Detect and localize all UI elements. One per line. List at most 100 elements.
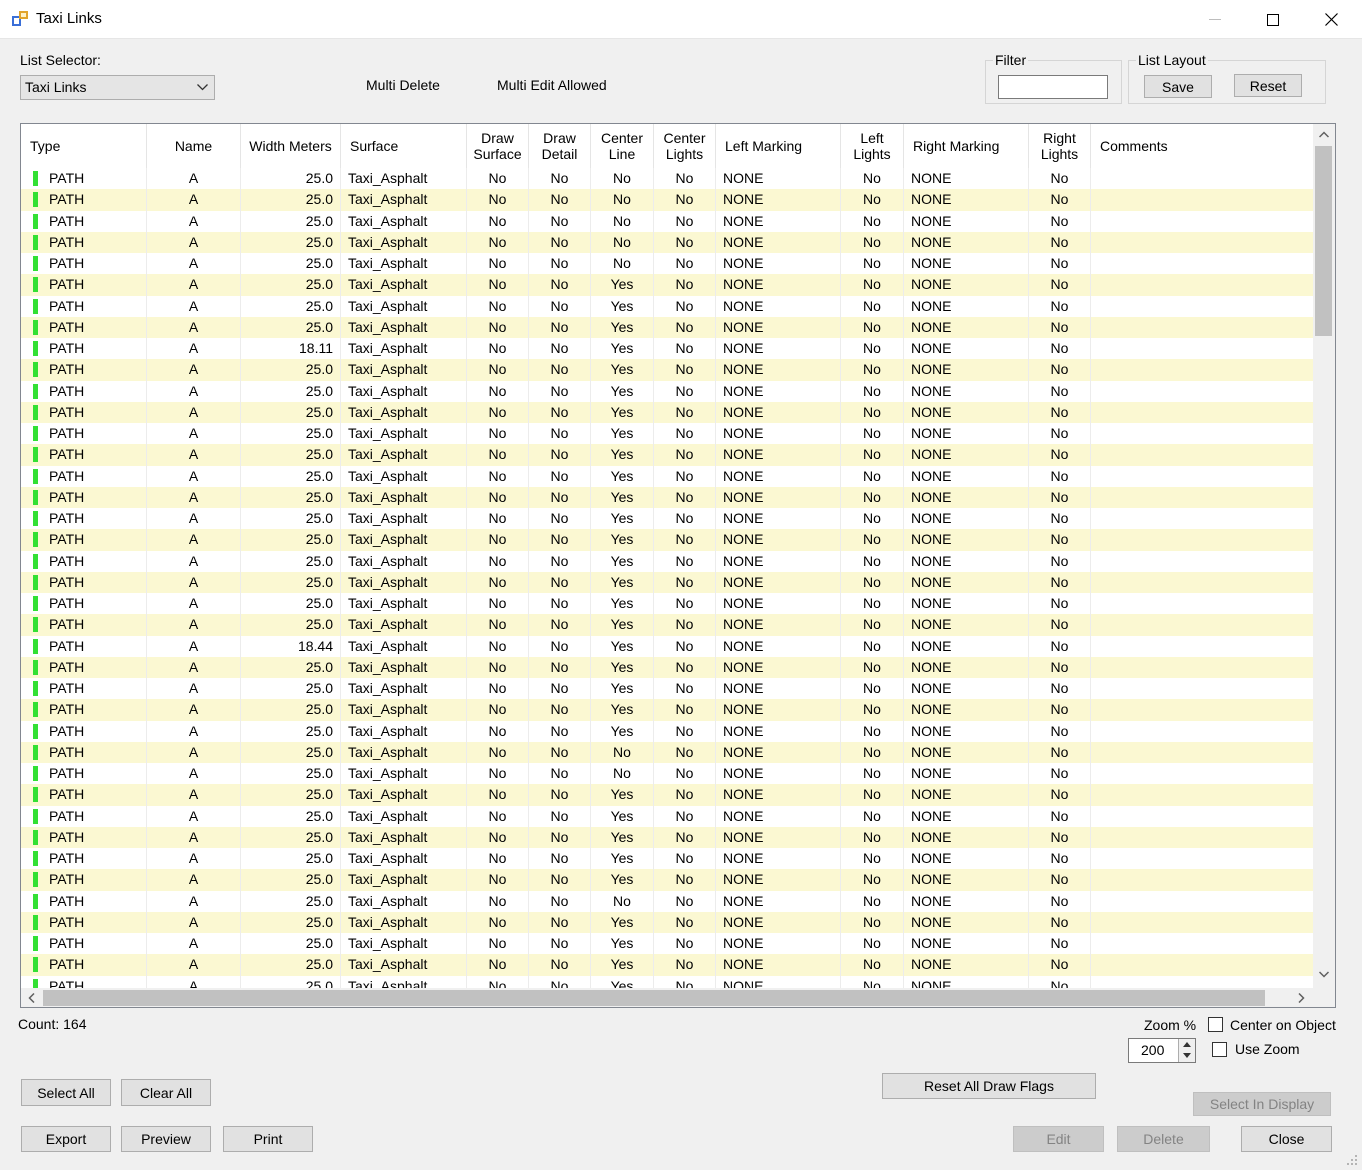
table-row[interactable]: PATH A 25.0 Taxi_Asphalt No No Yes No NONE No NONE… bbox=[21, 614, 1313, 636]
cell-width-meters[interactable]: 25.0 bbox=[241, 550, 341, 572]
cell-left-marking[interactable]: NONE bbox=[716, 274, 841, 296]
save-layout-button[interactable]: Save bbox=[1144, 75, 1212, 98]
cell-draw-surface[interactable]: No bbox=[467, 444, 529, 466]
cell-name[interactable]: A bbox=[147, 423, 241, 445]
cell-center-lights[interactable]: No bbox=[654, 401, 716, 423]
cell-width-meters[interactable]: 25.0 bbox=[241, 359, 341, 381]
cell-comments[interactable] bbox=[1091, 763, 1313, 784]
cell-draw-surface[interactable]: No bbox=[467, 848, 529, 870]
cell-width-meters[interactable]: 25.0 bbox=[241, 911, 341, 933]
cell-right-marking[interactable]: NONE bbox=[904, 444, 1029, 466]
cell-center-lights[interactable]: No bbox=[654, 571, 716, 593]
cell-right-marking[interactable]: NONE bbox=[904, 210, 1029, 232]
cell-left-lights[interactable]: No bbox=[841, 763, 904, 785]
cell-surface[interactable]: Taxi_Asphalt bbox=[341, 784, 467, 806]
cell-right-lights[interactable]: No bbox=[1029, 848, 1091, 870]
cell-draw-detail[interactable]: No bbox=[529, 508, 591, 530]
cell-left-marking[interactable]: NONE bbox=[716, 550, 841, 572]
cell-comments[interactable] bbox=[1091, 189, 1313, 210]
cell-left-lights[interactable]: No bbox=[841, 316, 904, 338]
cell-type[interactable]: PATH bbox=[21, 805, 147, 827]
cell-draw-detail[interactable]: No bbox=[529, 338, 591, 360]
cell-type[interactable]: PATH bbox=[21, 210, 147, 232]
cell-draw-surface[interactable]: No bbox=[467, 954, 529, 976]
cell-right-lights[interactable]: No bbox=[1029, 741, 1091, 763]
cell-left-marking[interactable]: NONE bbox=[716, 380, 841, 402]
cell-right-lights[interactable]: No bbox=[1029, 593, 1091, 615]
cell-surface[interactable]: Taxi_Asphalt bbox=[341, 571, 467, 593]
table-row[interactable]: PATH A 25.0 Taxi_Asphalt No No Yes No NONE No NONE… bbox=[21, 699, 1313, 721]
cell-draw-detail[interactable]: No bbox=[529, 720, 591, 742]
cell-draw-detail[interactable]: No bbox=[529, 763, 591, 785]
cell-comments[interactable] bbox=[1091, 317, 1313, 338]
cell-surface[interactable]: Taxi_Asphalt bbox=[341, 401, 467, 423]
cell-left-marking[interactable]: NONE bbox=[716, 975, 841, 988]
table-row[interactable]: PATH A 25.0 Taxi_Asphalt No No No No NONE No NONE N… bbox=[21, 890, 1313, 912]
cell-draw-detail[interactable]: No bbox=[529, 699, 591, 721]
cell-left-lights[interactable]: No bbox=[841, 231, 904, 253]
cell-draw-detail[interactable]: No bbox=[529, 805, 591, 827]
cell-center-line[interactable]: Yes bbox=[591, 593, 654, 615]
cell-left-lights[interactable]: No bbox=[841, 529, 904, 551]
cell-comments[interactable] bbox=[1091, 529, 1313, 550]
cell-center-line[interactable]: Yes bbox=[591, 699, 654, 721]
cell-type[interactable]: PATH bbox=[21, 720, 147, 742]
cell-width-meters[interactable]: 25.0 bbox=[241, 699, 341, 721]
cell-right-marking[interactable]: NONE bbox=[904, 316, 1029, 338]
cell-right-lights[interactable]: No bbox=[1029, 699, 1091, 721]
table-row[interactable]: PATH A 25.0 Taxi_Asphalt No No Yes No NONE No NONE… bbox=[21, 911, 1313, 933]
cell-width-meters[interactable]: 25.0 bbox=[241, 316, 341, 338]
table-row[interactable]: PATH A 25.0 Taxi_Asphalt No No Yes No NONE No NONE… bbox=[21, 486, 1313, 508]
cell-type[interactable]: PATH bbox=[21, 656, 147, 678]
cell-surface[interactable]: Taxi_Asphalt bbox=[341, 508, 467, 530]
use-zoom-checkbox[interactable] bbox=[1212, 1042, 1227, 1057]
column-header-right-lights[interactable]: Right Lights bbox=[1029, 124, 1091, 168]
cell-comments[interactable] bbox=[1091, 487, 1313, 508]
cell-surface[interactable]: Taxi_Asphalt bbox=[341, 550, 467, 572]
cell-surface[interactable]: Taxi_Asphalt bbox=[341, 253, 467, 275]
cell-draw-detail[interactable]: No bbox=[529, 210, 591, 232]
select-all-button[interactable]: Select All bbox=[21, 1079, 111, 1106]
cell-draw-surface[interactable]: No bbox=[467, 614, 529, 636]
cell-right-marking[interactable]: NONE bbox=[904, 784, 1029, 806]
cell-center-line[interactable]: No bbox=[591, 890, 654, 912]
cell-type[interactable]: PATH bbox=[21, 253, 147, 275]
spin-down-icon[interactable] bbox=[1183, 1053, 1191, 1058]
cell-comments[interactable] bbox=[1091, 444, 1313, 465]
cell-center-line[interactable]: Yes bbox=[591, 614, 654, 636]
cell-left-marking[interactable]: NONE bbox=[716, 890, 841, 912]
cell-right-lights[interactable]: No bbox=[1029, 720, 1091, 742]
cell-right-marking[interactable]: NONE bbox=[904, 338, 1029, 360]
minimize-button[interactable] bbox=[1186, 0, 1244, 39]
cell-comments[interactable] bbox=[1091, 168, 1313, 189]
cell-right-lights[interactable]: No bbox=[1029, 869, 1091, 891]
table-row[interactable]: PATH A 25.0 Taxi_Asphalt No No Yes No NONE No NONE… bbox=[21, 316, 1313, 338]
cell-width-meters[interactable]: 25.0 bbox=[241, 614, 341, 636]
cell-draw-detail[interactable]: No bbox=[529, 911, 591, 933]
cell-name[interactable]: A bbox=[147, 826, 241, 848]
cell-left-marking[interactable]: NONE bbox=[716, 401, 841, 423]
cell-comments[interactable] bbox=[1091, 954, 1313, 975]
vertical-scrollbar[interactable] bbox=[1313, 124, 1335, 988]
cell-left-marking[interactable]: NONE bbox=[716, 444, 841, 466]
cell-surface[interactable]: Taxi_Asphalt bbox=[341, 890, 467, 912]
cell-left-lights[interactable]: No bbox=[841, 423, 904, 445]
cell-left-lights[interactable]: No bbox=[841, 975, 904, 988]
cell-left-lights[interactable]: No bbox=[841, 614, 904, 636]
cell-center-lights[interactable]: No bbox=[654, 869, 716, 891]
cell-comments[interactable] bbox=[1091, 593, 1313, 614]
table-row[interactable]: PATH A 25.0 Taxi_Asphalt No No Yes No NONE No NONE… bbox=[21, 593, 1313, 615]
cell-center-line[interactable]: Yes bbox=[591, 848, 654, 870]
cell-name[interactable]: A bbox=[147, 848, 241, 870]
cell-surface[interactable]: Taxi_Asphalt bbox=[341, 210, 467, 232]
cell-right-marking[interactable]: NONE bbox=[904, 975, 1029, 988]
cell-width-meters[interactable]: 25.0 bbox=[241, 189, 341, 211]
cell-comments[interactable] bbox=[1091, 806, 1313, 827]
cell-left-marking[interactable]: NONE bbox=[716, 869, 841, 891]
cell-surface[interactable]: Taxi_Asphalt bbox=[341, 826, 467, 848]
cell-surface[interactable]: Taxi_Asphalt bbox=[341, 593, 467, 615]
cell-surface[interactable]: Taxi_Asphalt bbox=[341, 741, 467, 763]
cell-right-marking[interactable]: NONE bbox=[904, 550, 1029, 572]
cell-type[interactable]: PATH bbox=[21, 380, 147, 402]
cell-right-marking[interactable]: NONE bbox=[904, 954, 1029, 976]
